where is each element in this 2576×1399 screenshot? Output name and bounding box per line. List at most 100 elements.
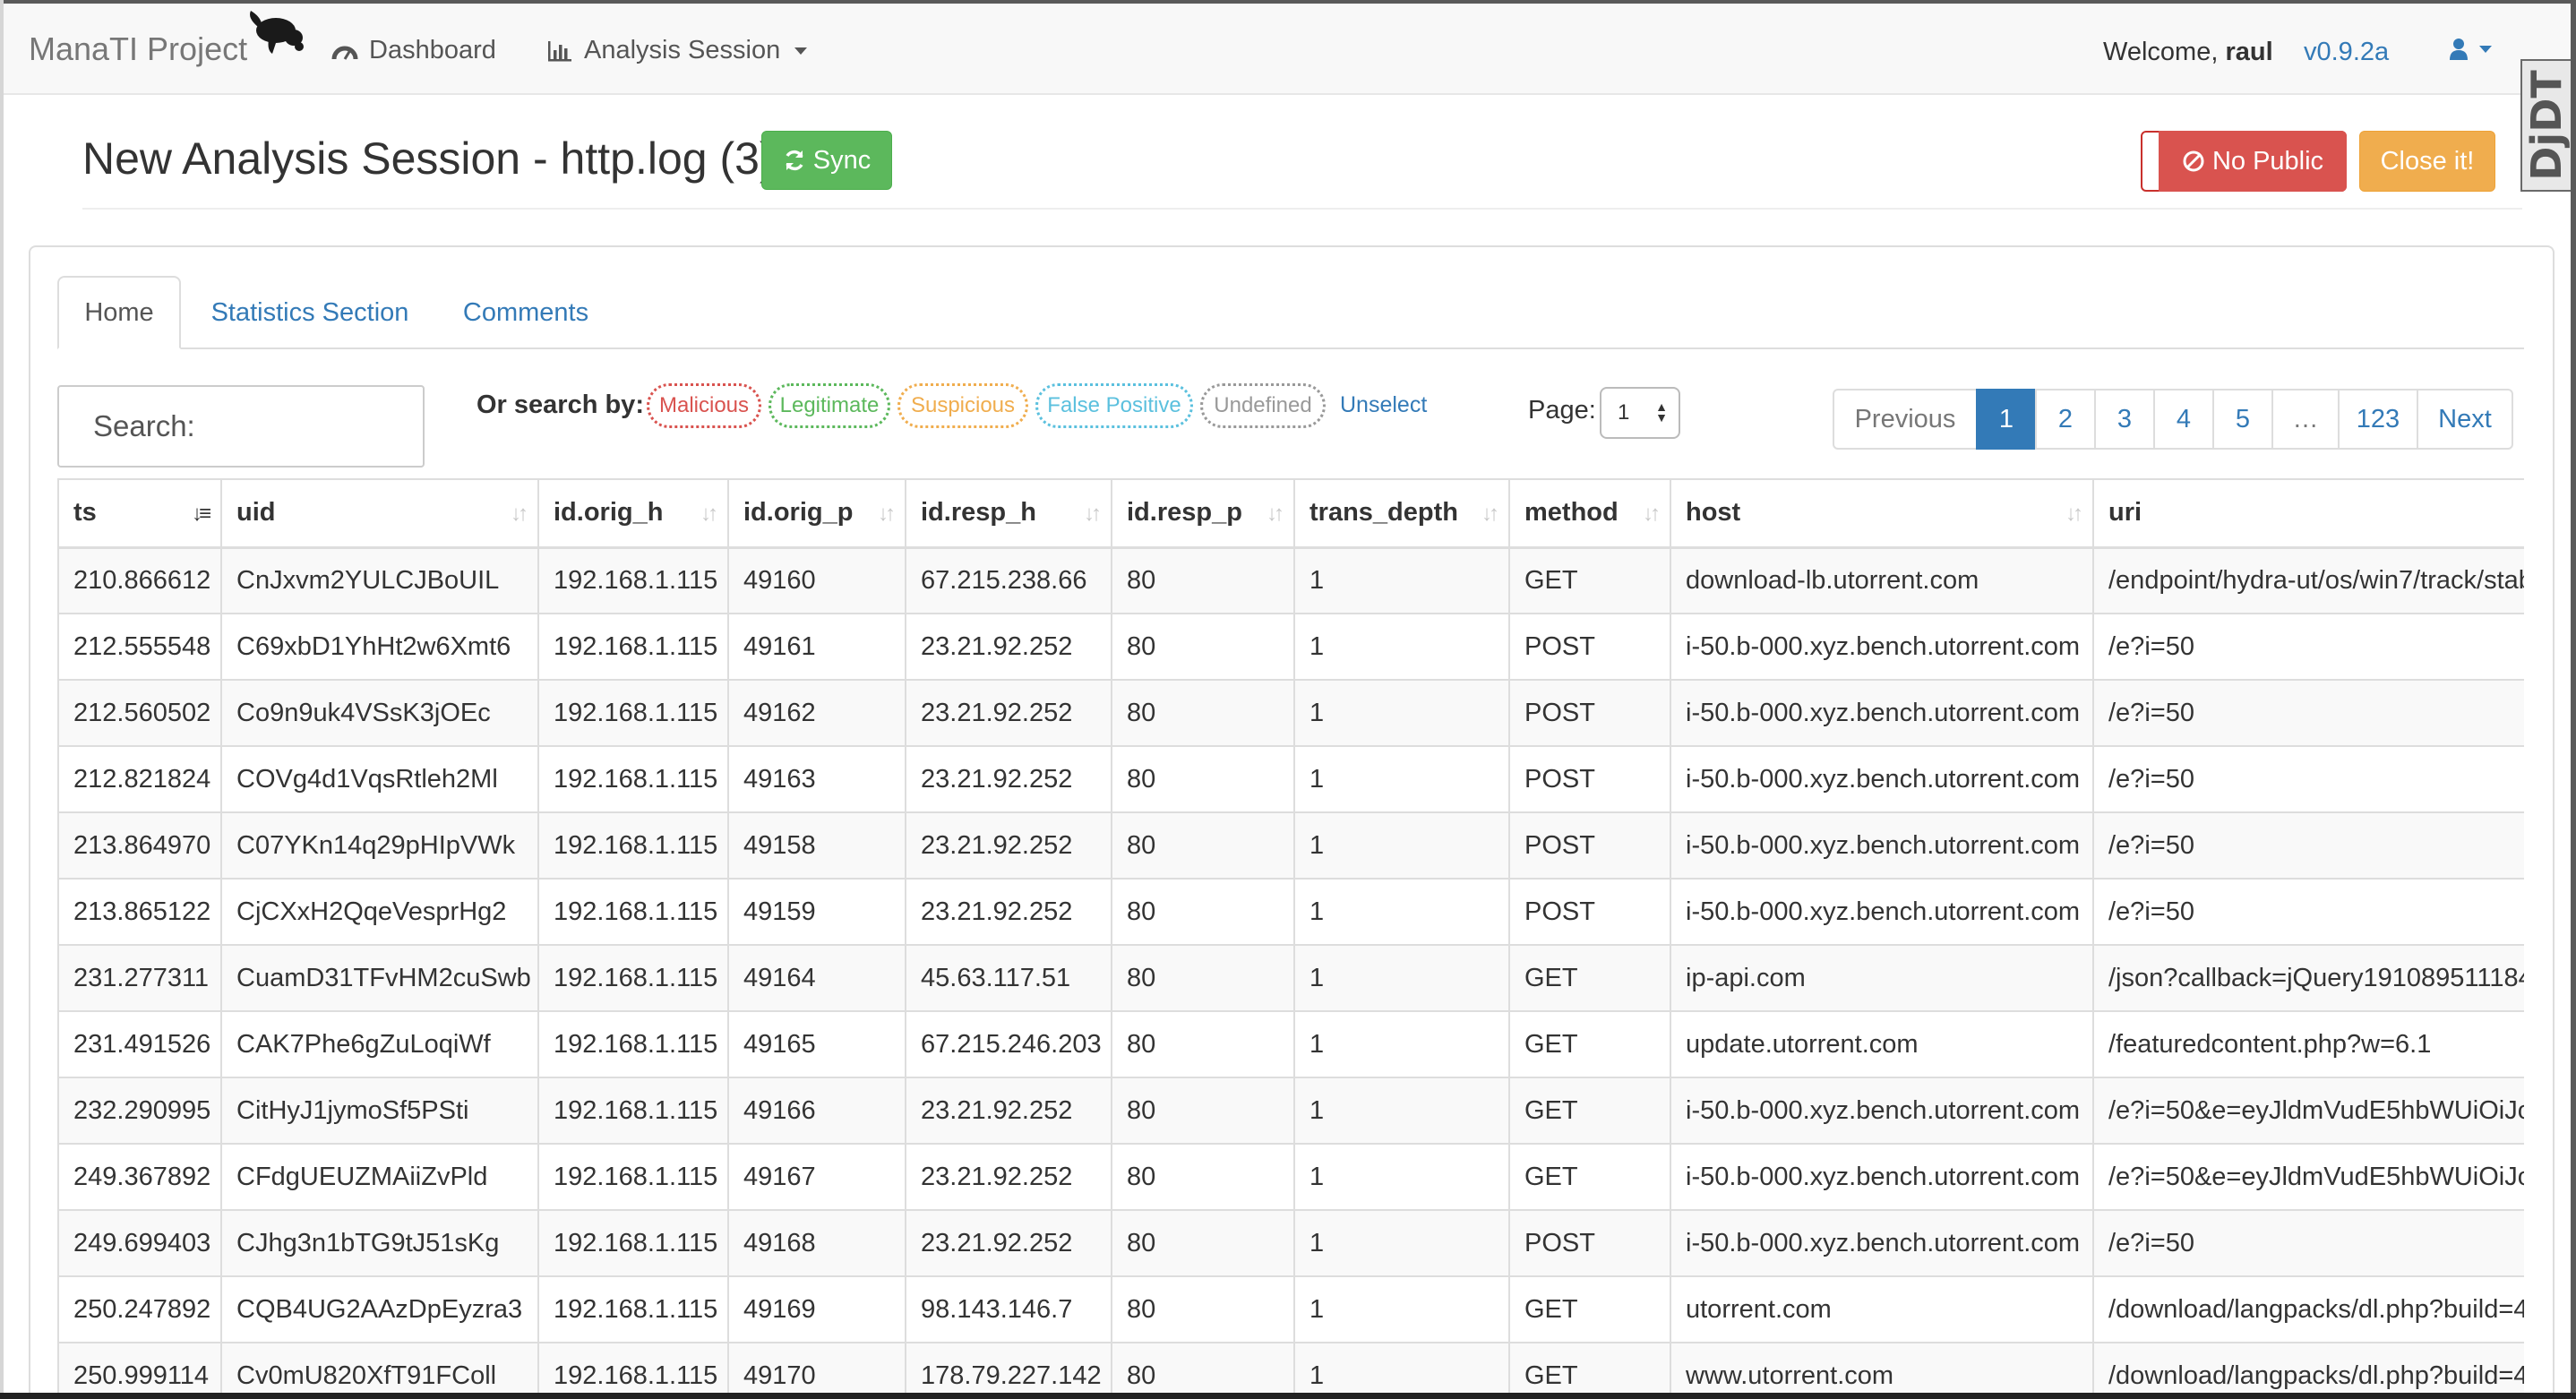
tab-home[interactable]: Home	[57, 276, 181, 349]
table-row[interactable]: 232.290995 CitHyJ1jymoSf5PSti 192.168.1.11…	[57, 1077, 2524, 1145]
table-cell-id-orig-h: 192.168.1.115	[537, 745, 729, 813]
pagination-page-2[interactable]: 2	[2035, 389, 2096, 450]
search-input[interactable]	[57, 385, 425, 468]
table-cell-id-resp-p: 80	[1111, 546, 1295, 614]
table-cell-id-resp-p: 80	[1111, 878, 1295, 946]
table-cell-uid: CuamD31TFvHM2cuSwb	[220, 944, 539, 1012]
pagination-page-5[interactable]: 5	[2212, 389, 2273, 450]
column-header-label: id.orig_p	[743, 498, 854, 528]
table-cell-uri: /download/langpacks/dl.php?build=42	[2092, 1342, 2524, 1393]
table-cell-uid: CQB4UG2AAzDpEyzra3	[220, 1275, 539, 1343]
page-title: New Analysis Session - http.log (3)	[82, 133, 775, 184]
sync-button[interactable]: Sync	[761, 131, 892, 190]
http-log-table: ts ↓≡ uid ↓↑ id.orig_h ↓↑ id.orig_p ↓↑ id.re…	[57, 478, 2524, 1393]
label-filter-legitimate[interactable]: Legitimate	[769, 383, 890, 428]
nav-dashboard-label: Dashboard	[369, 36, 496, 64]
column-header-id-resp-p[interactable]: id.resp_p ↓↑	[1111, 478, 1295, 549]
sort-icon: ↓↑	[1481, 502, 1499, 526]
column-header-id-orig-h[interactable]: id.orig_h ↓↑	[537, 478, 729, 549]
table-cell-trans-depth: 1	[1293, 1209, 1510, 1277]
column-header-method[interactable]: method ↓↑	[1508, 478, 1671, 549]
table-row[interactable]: 212.555548 C69xbD1YhHt2w6Xmt6 192.168.1.11…	[57, 613, 2524, 681]
table-cell-id-resp-h: 178.79.227.142	[905, 1342, 1112, 1393]
table-cell-id-resp-h: 98.143.146.7	[905, 1275, 1112, 1343]
table-cell-id-resp-h: 23.21.92.252	[905, 811, 1112, 880]
pagination-page-last[interactable]: 123	[2338, 389, 2418, 450]
table-row[interactable]: 213.864970 C07YKn14q29pHIpVWk 192.168.1.11…	[57, 811, 2524, 880]
table-row[interactable]: 231.491526 CAK7Phe6gZuLoqiWf 192.168.1.115…	[57, 1010, 2524, 1078]
table-row[interactable]: 250.247892 CQB4UG2AAzDpEyzra3 192.168.1.11…	[57, 1275, 2524, 1343]
user-menu-dropdown[interactable]	[2449, 38, 2492, 61]
chevron-down-icon	[2479, 46, 2492, 53]
label-filter-false-positive[interactable]: False Positive	[1035, 383, 1193, 428]
pagination-previous[interactable]: Previous	[1833, 389, 1978, 450]
column-header-id-resp-h[interactable]: id.resp_h ↓↑	[905, 478, 1112, 549]
debug-toolbar-handle[interactable]: DjDT	[2520, 59, 2571, 192]
table-cell-method: GET	[1508, 1342, 1671, 1393]
column-header-trans-depth[interactable]: trans_depth ↓↑	[1293, 478, 1510, 549]
table-cell-id-orig-h: 192.168.1.115	[537, 546, 729, 614]
column-header-host[interactable]: host ↓↑	[1670, 478, 2094, 549]
table-cell-trans-depth: 1	[1293, 745, 1510, 813]
table-cell-uid: CnJxvm2YULCJBoUIL	[220, 546, 539, 614]
table-cell-uri: /e?i=50	[2092, 745, 2524, 813]
unselect-link[interactable]: Unselect	[1340, 392, 1427, 418]
table-cell-id-resp-p: 80	[1111, 944, 1295, 1012]
table-cell-ts: 249.699403	[57, 1209, 222, 1277]
table-row[interactable]: 210.866612 CnJxvm2YULCJBoUIL 192.168.1.115…	[57, 546, 2524, 614]
table-row[interactable]: 249.367892 CFdgUEUZMAiiZvPld 192.168.1.115…	[57, 1143, 2524, 1211]
table-cell-method: POST	[1508, 811, 1671, 880]
page-select[interactable]: 1 ▲ ▼	[1600, 387, 1680, 439]
table-row[interactable]: 231.277311 CuamD31TFvHM2cuSwb 192.168.1.11…	[57, 944, 2524, 1012]
nav-dashboard-link[interactable]: Dashboard	[331, 36, 496, 65]
column-header-ts[interactable]: ts ↓≡	[57, 478, 222, 549]
table-cell-ts: 212.560502	[57, 679, 222, 747]
label-filter-malicious[interactable]: Malicious	[647, 383, 761, 428]
column-header-label: trans_depth	[1309, 498, 1458, 528]
table-cell-id-orig-h: 192.168.1.115	[537, 1275, 729, 1343]
table-cell-ts: 213.864970	[57, 811, 222, 880]
pagination-next[interactable]: Next	[2417, 389, 2513, 450]
table-row[interactable]: 249.699403 CJhg3n1bTG9tJ51sKg 192.168.1.11…	[57, 1209, 2524, 1277]
version-link[interactable]: v0.9.2a	[2304, 38, 2389, 67]
table-cell-id-orig-p: 49162	[727, 679, 906, 747]
http-log-table-container: ts ↓≡ uid ↓↑ id.orig_h ↓↑ id.orig_p ↓↑ id.re…	[57, 478, 2524, 1393]
no-public-button-label: No Public	[2211, 146, 2324, 176]
table-row[interactable]: 250.999114 Cv0mU820XfT91FColl 192.168.1.11…	[57, 1342, 2524, 1393]
nav-analysis-session-dropdown[interactable]: Analysis Session	[546, 36, 808, 65]
table-cell-uid: C07YKn14q29pHIpVWk	[220, 811, 539, 880]
table-cell-id-resp-h: 23.21.92.252	[905, 679, 1112, 747]
tab-statistics-section[interactable]: Statistics Section	[193, 276, 426, 349]
table-cell-id-orig-p: 49163	[727, 745, 906, 813]
no-public-button[interactable]: No Public	[2159, 131, 2347, 192]
column-header-uri[interactable]: uri	[2092, 478, 2524, 549]
table-cell-trans-depth: 1	[1293, 1010, 1510, 1078]
pagination-page-4[interactable]: 4	[2153, 389, 2214, 450]
table-cell-host: i-50.b-000.xyz.bench.utorrent.com	[1670, 1143, 2094, 1211]
table-cell-method: POST	[1508, 679, 1671, 747]
column-header-label: host	[1686, 498, 1741, 528]
tab-comments[interactable]: Comments	[450, 276, 602, 349]
sort-icon: ↓↑	[1267, 502, 1284, 526]
label-filter-undefined[interactable]: Undefined	[1200, 383, 1326, 428]
table-cell-method: GET	[1508, 944, 1671, 1012]
label-filter-suspicious[interactable]: Suspicious	[897, 383, 1028, 428]
user-icon	[2450, 39, 2468, 60]
table-cell-id-orig-h: 192.168.1.115	[537, 944, 729, 1012]
table-cell-uri: /featuredcontent.php?w=6.1	[2092, 1010, 2524, 1078]
column-header-uid[interactable]: uid ↓↑	[220, 478, 539, 549]
sort-icon: ↓↑	[1643, 502, 1661, 526]
pagination-page-3[interactable]: 3	[2094, 389, 2155, 450]
table-row[interactable]: 213.865122 CjCXxH2QqeVesprHg2 192.168.1.11…	[57, 878, 2524, 946]
table-cell-trans-depth: 1	[1293, 1275, 1510, 1343]
table-cell-id-orig-p: 49169	[727, 1275, 906, 1343]
table-cell-id-orig-h: 192.168.1.115	[537, 1077, 729, 1145]
pagination-page-1[interactable]: 1	[1976, 389, 2037, 450]
close-session-button[interactable]: Close it!	[2359, 131, 2495, 192]
brand-link[interactable]: ManaTI Project	[29, 30, 247, 68]
column-header-id-orig-p[interactable]: id.orig_p ↓↑	[727, 478, 906, 549]
table-row[interactable]: 212.560502 Co9n9uk4VSsK3jOEc 192.168.1.115…	[57, 679, 2524, 747]
table-row[interactable]: 212.821824 COVg4d1VqsRtleh2Ml 192.168.1.11…	[57, 745, 2524, 813]
debug-toolbar-label: DjDT	[2522, 70, 2571, 181]
table-cell-uid: Co9n9uk4VSsK3jOEc	[220, 679, 539, 747]
